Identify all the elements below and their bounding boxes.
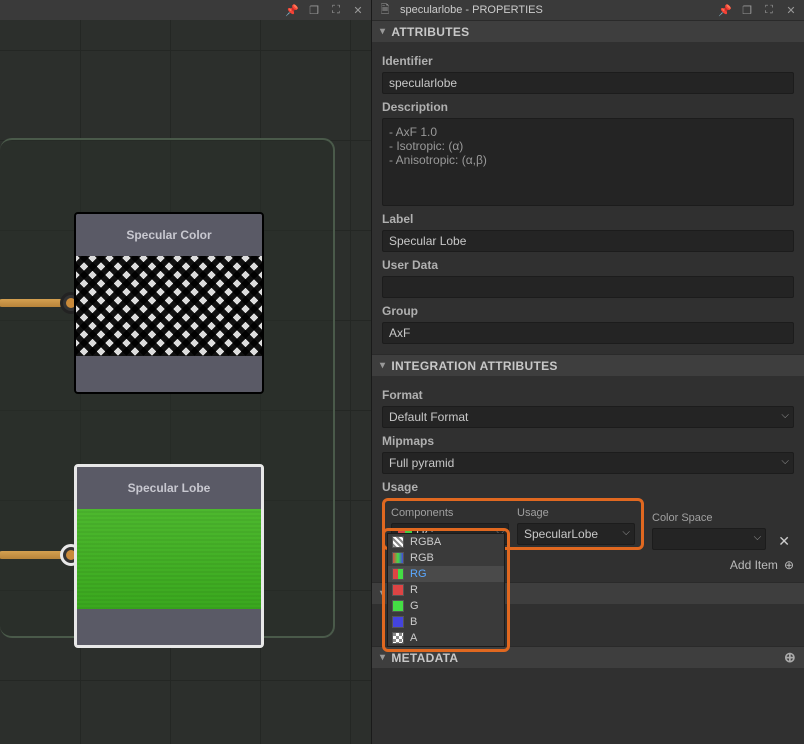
- section-body-integration: Format Default Format⌵ Mipmaps Full pyra…: [372, 376, 804, 582]
- select-colorspace[interactable]: ⌵: [652, 528, 766, 550]
- section-header-integration[interactable]: ▾ INTEGRATION ATTRIBUTES: [372, 354, 804, 376]
- chevron-down-icon: ▾: [380, 360, 385, 371]
- label-userdata: User Data: [382, 258, 794, 272]
- node-specular-lobe[interactable]: Specular Lobe: [74, 464, 264, 648]
- document-icon: 🗎: [378, 3, 392, 17]
- section-header-attributes[interactable]: ▾ ATTRIBUTES: [372, 20, 804, 42]
- properties-panel: 🗎 specularlobe - PROPERTIES 📌 ❐ ⛶ ✕ ▾ AT…: [372, 0, 804, 744]
- restore-icon[interactable]: ❐: [740, 3, 754, 17]
- option-r[interactable]: R: [388, 582, 504, 598]
- node-footer: [77, 609, 261, 645]
- section-body-attributes: Identifier specularlobe Description - Ax…: [372, 42, 804, 354]
- label-mipmaps: Mipmaps: [382, 434, 794, 448]
- option-b[interactable]: B: [388, 614, 504, 630]
- chevron-down-icon: ▾: [380, 652, 385, 663]
- expand-icon[interactable]: ⛶: [762, 3, 776, 17]
- left-titlebar: 📌 ❐ ⛶ ✕: [0, 0, 371, 20]
- node-group: Specular Color Specular Lobe: [0, 138, 335, 638]
- chevron-down-icon: ⌵: [622, 527, 630, 538]
- label-usage-inner: Usage: [517, 507, 635, 519]
- expand-icon[interactable]: ⛶: [329, 3, 343, 17]
- graph-canvas[interactable]: Specular Color Specular Lobe: [0, 20, 371, 744]
- node-graph-panel: 📌 ❐ ⛶ ✕ Specular Color Specular Lobe: [0, 0, 372, 744]
- add-icon[interactable]: ⊕: [784, 558, 794, 572]
- input-label[interactable]: Specular Lobe: [382, 230, 794, 252]
- input-identifier[interactable]: specularlobe: [382, 72, 794, 94]
- option-rgba[interactable]: RGBA: [388, 534, 504, 550]
- input-description[interactable]: - AxF 1.0 - Isotropic: (α) - Anisotropic…: [382, 118, 794, 206]
- option-rgb[interactable]: RGB: [388, 550, 504, 566]
- label-identifier: Identifier: [382, 54, 794, 68]
- label-components: Components: [391, 507, 509, 519]
- section-title: ATTRIBUTES: [391, 25, 469, 39]
- close-icon[interactable]: ✕: [351, 3, 365, 17]
- chevron-down-icon: ⌵: [754, 532, 762, 543]
- input-userdata[interactable]: [382, 276, 794, 298]
- chevron-down-icon: ⌵: [781, 410, 789, 421]
- pin-icon[interactable]: 📌: [718, 3, 732, 17]
- restore-icon[interactable]: ❐: [307, 3, 321, 17]
- select-format[interactable]: Default Format⌵: [382, 406, 794, 428]
- add-metadata-button[interactable]: ⊕: [784, 649, 796, 666]
- section-title: INTEGRATION ATTRIBUTES: [391, 359, 557, 373]
- label-format: Format: [382, 388, 794, 402]
- input-group[interactable]: AxF: [382, 322, 794, 344]
- chevron-down-icon: ⌵: [781, 456, 789, 467]
- label-colorspace: Color Space: [652, 512, 766, 524]
- components-dropdown-highlight: RGBA RGB RG R G B A: [382, 528, 510, 652]
- option-rg[interactable]: RG: [388, 566, 504, 582]
- label-description: Description: [382, 100, 794, 114]
- remove-usage-button[interactable]: ✕: [774, 533, 794, 550]
- right-titlebar: 🗎 specularlobe - PROPERTIES 📌 ❐ ⛶ ✕: [372, 0, 804, 20]
- pin-icon[interactable]: 📌: [285, 3, 299, 17]
- node-title: Specular Color: [76, 214, 262, 256]
- label-label: Label: [382, 212, 794, 226]
- option-a[interactable]: A: [388, 630, 504, 646]
- panel-title: specularlobe - PROPERTIES: [400, 4, 710, 16]
- label-group: Group: [382, 304, 794, 318]
- chevron-down-icon: ▾: [380, 26, 385, 37]
- add-item-label: Add Item: [730, 558, 778, 572]
- option-g[interactable]: G: [388, 598, 504, 614]
- node-specular-color[interactable]: Specular Color: [74, 212, 264, 394]
- select-usage[interactable]: SpecularLobe⌵: [517, 523, 635, 545]
- node-preview: [76, 256, 262, 356]
- label-usage: Usage: [382, 480, 794, 494]
- node-footer: [76, 356, 262, 392]
- section-title: METADATA: [391, 651, 458, 665]
- components-dropdown: RGBA RGB RG R G B A: [387, 533, 505, 647]
- select-mipmaps[interactable]: Full pyramid⌵: [382, 452, 794, 474]
- node-title: Specular Lobe: [77, 467, 261, 509]
- close-icon[interactable]: ✕: [784, 3, 798, 17]
- node-preview: [77, 509, 261, 609]
